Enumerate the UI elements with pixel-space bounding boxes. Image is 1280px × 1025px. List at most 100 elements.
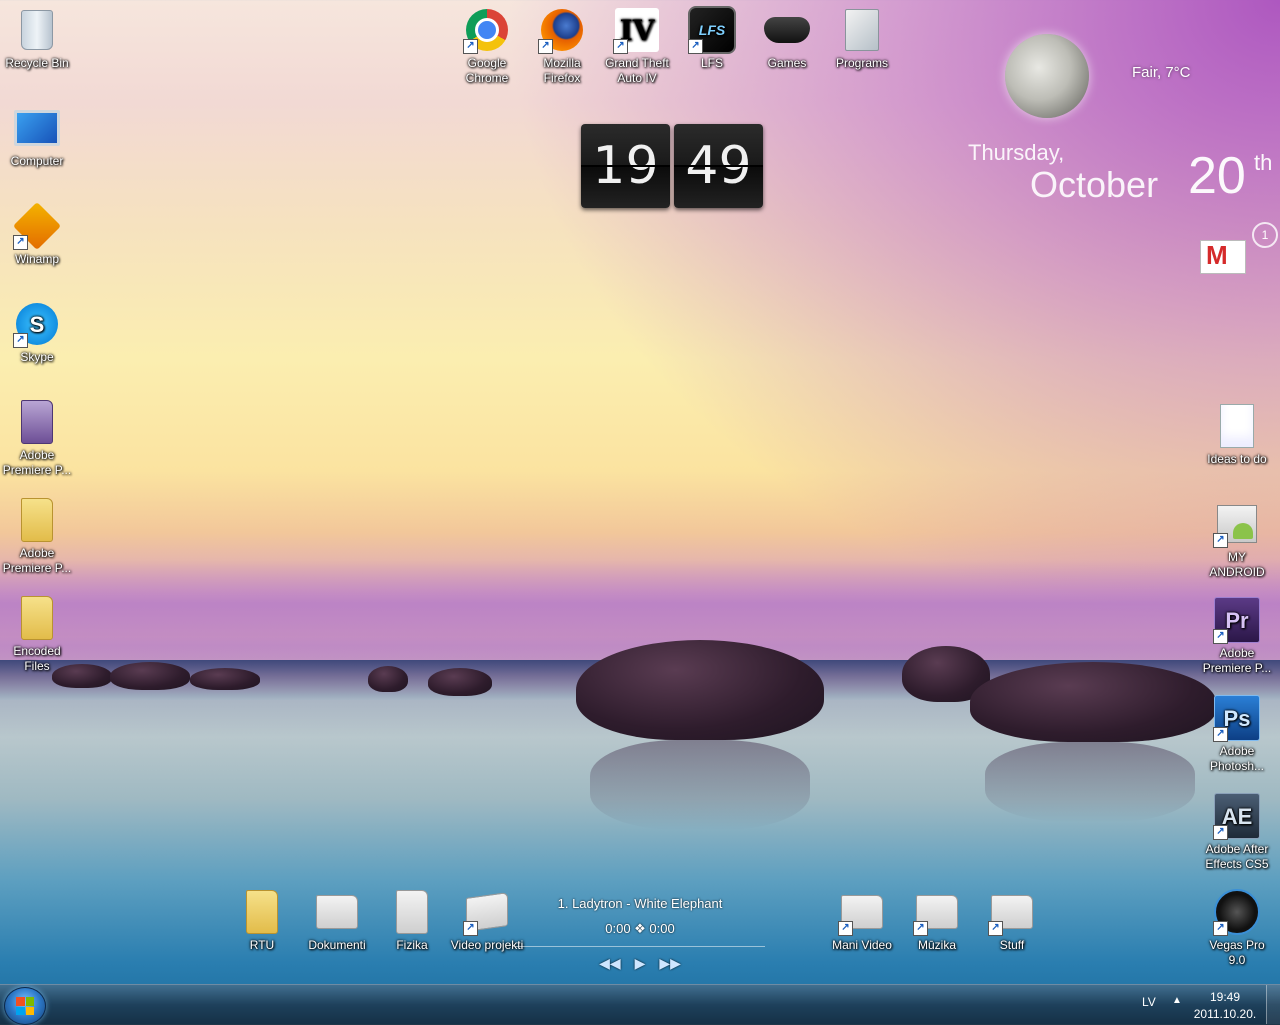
show-hidden-icons-icon[interactable]: ▲ bbox=[1172, 995, 1182, 1006]
desktop-icon-games[interactable]: Games bbox=[750, 6, 824, 71]
gmail-notifier[interactable]: M bbox=[1200, 232, 1246, 274]
previous-track-icon[interactable]: ◀◀ bbox=[599, 955, 621, 972]
folder-icon bbox=[13, 398, 61, 446]
desktop-icon-stuff[interactable]: ↗ Stuff bbox=[975, 888, 1049, 953]
shortcut-arrow-icon: ↗ bbox=[1213, 825, 1228, 840]
shortcut-arrow-icon: ↗ bbox=[13, 333, 28, 348]
shortcut-arrow-icon: ↗ bbox=[463, 39, 478, 54]
skype-icon: S ↗ bbox=[13, 300, 61, 348]
desktop-icon-encoded-files[interactable]: Encoded Files bbox=[0, 594, 74, 674]
icon-label: Adobe Photosh... bbox=[1209, 744, 1265, 773]
wallpaper-rock bbox=[368, 666, 408, 692]
icon-label: Adobe Premiere P... bbox=[2, 546, 72, 575]
desktop-icon-programs[interactable]: Programs bbox=[825, 6, 899, 71]
desktop-icon-adobe-premiere[interactable]: Pr ↗ Adobe Premiere P... bbox=[1200, 596, 1274, 676]
desktop-icon-skype[interactable]: S ↗ Skype bbox=[0, 300, 74, 365]
icon-label: Fizika bbox=[396, 938, 428, 952]
text-document-icon bbox=[1213, 402, 1261, 450]
moon-icon[interactable] bbox=[1005, 34, 1089, 118]
shortcut-arrow-icon: ↗ bbox=[1213, 533, 1228, 548]
desktop-icon-winamp[interactable]: ↗ Winamp bbox=[0, 201, 74, 267]
desktop-icon-muzika[interactable]: ↗ Mūzika bbox=[900, 888, 974, 953]
playback-time: 0:00 ❖ 0:00 bbox=[605, 921, 675, 936]
shortcut-arrow-icon: ↗ bbox=[688, 39, 703, 54]
desktop-icon-my-android[interactable]: ↗ MY ANDROID bbox=[1200, 500, 1274, 580]
desktop-icon-adobe-premiere-folder-2[interactable]: Adobe Premiere P... bbox=[0, 496, 74, 576]
icon-label: Adobe After Effects CS5 bbox=[1205, 842, 1269, 871]
shortcut-arrow-icon: ↗ bbox=[613, 39, 628, 54]
desktop-icon-mozilla-firefox[interactable]: ↗ Mozilla Firefox bbox=[525, 6, 599, 86]
desktop-icon-lfs[interactable]: LFS ↗ LFS bbox=[675, 6, 749, 71]
now-playing-track: 1. Ladytron - White Elephant bbox=[557, 896, 723, 911]
shortcut-arrow-icon: ↗ bbox=[988, 921, 1003, 936]
desktop-icon-adobe-premiere-folder-1[interactable]: Adobe Premiere P... bbox=[0, 398, 74, 478]
desktop-icon-google-chrome[interactable]: ↗ Google Chrome bbox=[450, 6, 524, 86]
date-day-suffix: th bbox=[1254, 150, 1273, 175]
start-button[interactable] bbox=[4, 987, 46, 1025]
firefox-icon: ↗ bbox=[538, 6, 586, 54]
recycle-bin-icon bbox=[13, 6, 61, 54]
wallpaper-sky bbox=[500, 0, 1280, 640]
desktop-icon-adobe-after-effects[interactable]: AE ↗ Adobe After Effects CS5 bbox=[1200, 792, 1274, 872]
vegas-pro-icon: ↗ bbox=[1213, 888, 1261, 936]
programs-icon bbox=[838, 6, 886, 54]
gta-iv-icon: IV ↗ bbox=[613, 6, 661, 54]
desktop-icon-gta-iv[interactable]: IV ↗ Grand Theft Auto IV bbox=[600, 6, 674, 86]
shortcut-arrow-icon: ↗ bbox=[13, 235, 28, 250]
flip-clock-widget[interactable]: 19 49 bbox=[581, 124, 764, 208]
computer-icon bbox=[13, 104, 61, 152]
documents-folder-icon bbox=[313, 888, 361, 936]
premiere-icon: Pr ↗ bbox=[1213, 596, 1261, 644]
desktop-icon-ideas-to-do[interactable]: Ideas to do bbox=[1200, 402, 1274, 467]
icon-label: Google Chrome bbox=[465, 56, 509, 85]
wallpaper-rock bbox=[190, 668, 260, 690]
desktop-icon-computer[interactable]: Computer bbox=[0, 104, 74, 169]
gmail-icon: M bbox=[1206, 240, 1228, 270]
shortcut-arrow-icon: ↗ bbox=[1213, 629, 1228, 644]
icon-label: Adobe Premiere P... bbox=[2, 448, 72, 477]
language-indicator[interactable]: LV bbox=[1142, 995, 1156, 1009]
playback-progress-bar[interactable] bbox=[515, 946, 765, 947]
photoshop-icon: Ps ↗ bbox=[1213, 694, 1261, 742]
desktop-icon-rtu[interactable]: RTU bbox=[225, 888, 299, 953]
icon-label: Adobe Premiere P... bbox=[1202, 646, 1272, 675]
desktop-icon-mani-video[interactable]: ↗ Mani Video bbox=[825, 888, 899, 953]
desktop-icon-recycle-bin[interactable]: Recycle Bin bbox=[0, 6, 74, 71]
desktop-icon-dokumenti[interactable]: Dokumenti bbox=[300, 888, 374, 953]
icon-label: Stuff bbox=[999, 938, 1025, 952]
unread-badge: 1 bbox=[1252, 222, 1278, 248]
shortcut-arrow-icon: ↗ bbox=[1213, 727, 1228, 742]
clock-hours: 19 bbox=[581, 124, 670, 208]
gamepad-icon bbox=[763, 6, 811, 54]
shortcut-arrow-icon: ↗ bbox=[838, 921, 853, 936]
icon-label: Mozilla Firefox bbox=[543, 56, 581, 85]
icon-label: Mūzika bbox=[917, 938, 956, 952]
chrome-icon: ↗ bbox=[463, 6, 511, 54]
wallpaper-reflection bbox=[590, 740, 810, 830]
date-day: 20 bbox=[1188, 147, 1246, 205]
icon-label: Dokumenti bbox=[308, 938, 366, 952]
shortcut-arrow-icon: ↗ bbox=[1213, 921, 1228, 936]
clock-minutes: 49 bbox=[674, 124, 763, 208]
desktop-icon-fizika[interactable]: Fizika bbox=[375, 888, 449, 953]
folder-icon bbox=[238, 888, 286, 936]
wallpaper-reflection bbox=[985, 742, 1195, 822]
desktop-icon-video-projekti[interactable]: ↗ Video projekti bbox=[450, 888, 524, 953]
icon-label: RTU bbox=[249, 938, 275, 952]
after-effects-icon: AE ↗ bbox=[1213, 792, 1261, 840]
taskbar-clock-date[interactable]: 2011.10.20. bbox=[1192, 1007, 1258, 1021]
wallpaper-rock bbox=[970, 662, 1216, 742]
show-desktop-button[interactable] bbox=[1266, 985, 1280, 1024]
clapperboard-icon: ↗ bbox=[463, 888, 511, 936]
folder-icon: ↗ bbox=[988, 888, 1036, 936]
next-track-icon[interactable]: ▶▶ bbox=[659, 955, 681, 972]
lfs-icon: LFS ↗ bbox=[688, 6, 736, 54]
media-player-widget[interactable]: 1. Ladytron - White Elephant 0:00 ❖ 0:00… bbox=[515, 896, 765, 972]
icon-label: Mani Video bbox=[832, 938, 892, 952]
play-icon[interactable]: ▶ bbox=[635, 955, 646, 972]
desktop-icon-adobe-photoshop[interactable]: Ps ↗ Adobe Photosh... bbox=[1200, 694, 1274, 774]
taskbar-clock-time[interactable]: 19:49 bbox=[1200, 990, 1250, 1004]
shortcut-arrow-icon: ↗ bbox=[538, 39, 553, 54]
icon-label: Video projekti bbox=[450, 938, 524, 952]
desktop-icon-vegas-pro[interactable]: ↗ Vegas Pro 9.0 bbox=[1200, 888, 1274, 968]
